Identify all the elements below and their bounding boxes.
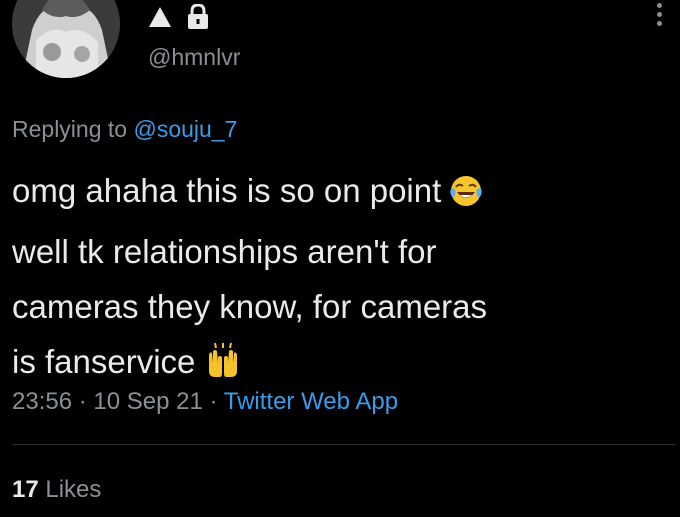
tweet-text-line: well tk relationships aren't for — [12, 233, 437, 270]
tweet-text-line: cameras they know, for cameras — [12, 288, 488, 325]
more-dot-icon — [656, 12, 662, 17]
tweet-time[interactable]: 23:56 — [12, 388, 72, 415]
tweet-text-line: omg ahaha this is so on point — [12, 163, 672, 224]
divider — [12, 444, 676, 445]
warning-triangle-icon — [149, 7, 171, 27]
more-options-button[interactable] — [650, 0, 668, 30]
avatar-image — [12, 0, 120, 78]
replying-to-label: Replying to — [12, 116, 128, 142]
tweet-source-link[interactable]: Twitter Web App — [224, 388, 398, 415]
avatar[interactable] — [12, 0, 120, 78]
likes-label: Likes — [45, 476, 102, 503]
meta-separator: · — [202, 388, 224, 415]
more-dot-icon — [656, 21, 662, 26]
tweet-text-line: is fanservice — [12, 334, 672, 395]
lock-icon — [188, 4, 208, 29]
meta-separator: · — [72, 388, 94, 415]
replying-to: Replying to @souju_7 — [12, 116, 237, 143]
tweet-date[interactable]: 10 Sep 21 — [93, 388, 202, 415]
likes-count: 17 — [12, 476, 39, 503]
reply-mention-link[interactable]: @souju_7 — [133, 116, 237, 142]
more-dot-icon — [656, 3, 662, 8]
tweet-text: omg ahaha this is so on point well tk re… — [12, 163, 672, 395]
tweet-meta: 23:56 · 10 Sep 21 · Twitter Web App — [12, 388, 398, 416]
likes-link[interactable]: 17 Likes — [12, 476, 101, 504]
tears-of-joy-emoji — [449, 169, 483, 224]
author-badges — [148, 4, 210, 30]
author-handle[interactable]: @hmnlvr — [148, 44, 240, 71]
raising-hands-emoji — [203, 340, 243, 395]
